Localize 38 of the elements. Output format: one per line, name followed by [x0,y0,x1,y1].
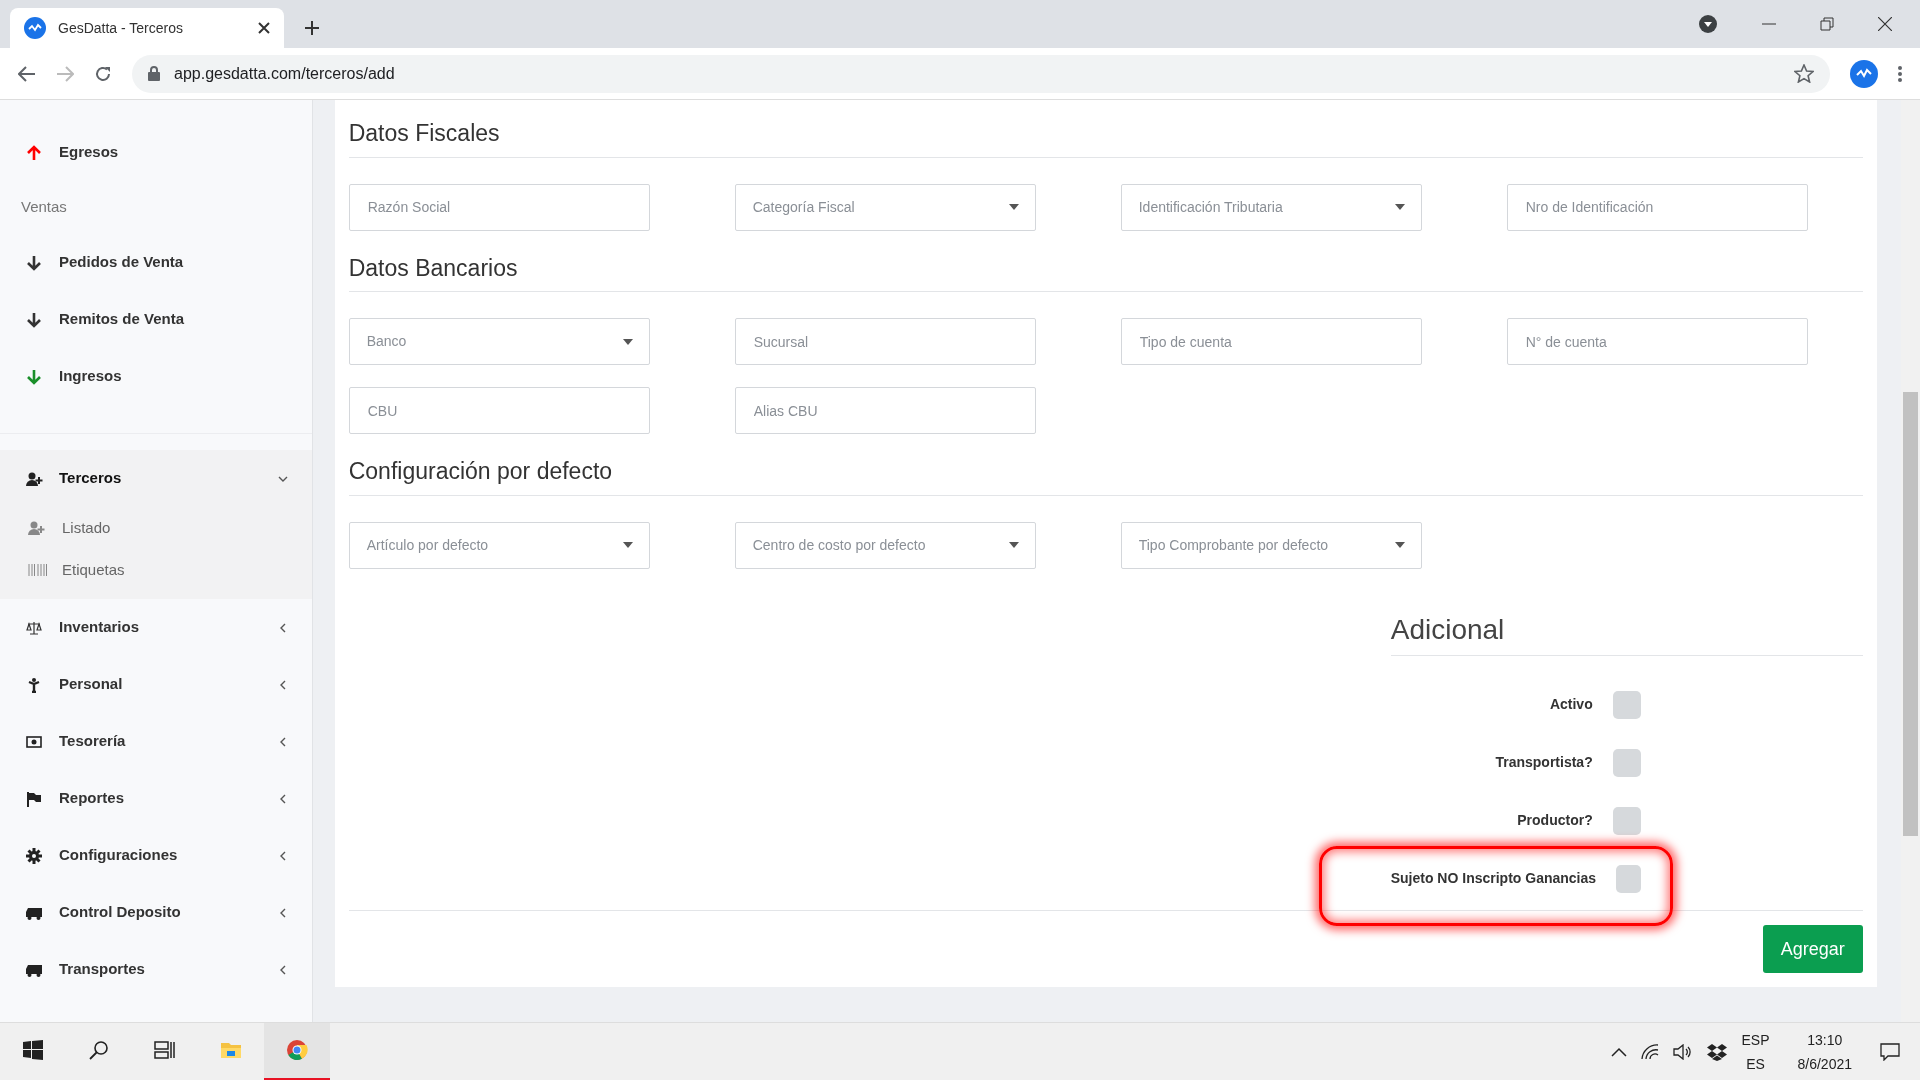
url-text: app.gesdatta.com/terceros/add [174,63,396,84]
input-field[interactable]: Sucursal [734,318,1036,365]
sidebar-item[interactable]: Terceros [0,450,312,507]
sidebar-item[interactable]: Personal [0,656,312,713]
input-field[interactable]: Nro de Identificación [1506,183,1808,231]
address-bar[interactable]: app.gesdatta.com/terceros/add [132,54,1830,93]
tab-title: GesDatta - Terceros [58,18,184,38]
section-label: Ventas [20,197,68,218]
sidebar-item[interactable]: Transportes [0,941,312,998]
clock-date: 8/6/2021 [1797,1054,1852,1074]
input-field[interactable]: Tipo de cuenta [1120,318,1422,365]
input-field[interactable]: Razón Social [348,183,650,231]
sidebar-subitem[interactable]: Etiquetas [0,549,312,591]
sidebar-item[interactable]: Configuraciones [0,827,312,884]
input-field[interactable]: N° de cuenta [1506,318,1808,365]
checkbox-label: Productor? [1517,811,1593,830]
checkbox-label: Transportista? [1495,753,1593,772]
sidebar-subitem[interactable]: Listado [0,507,312,549]
sidebar-item[interactable]: Pedidos de Venta [0,234,312,291]
clock-time: 13:10 [1807,1030,1843,1050]
sidebar-item[interactable]: Tesorería [0,713,312,770]
keyboard-layout-text: ES [1746,1054,1765,1074]
section-heading: Datos Fiscales [348,116,1863,158]
sidebar-item[interactable]: Ingresos [0,348,312,405]
language-text: ESP [1741,1030,1770,1050]
input-field[interactable]: Alias CBU [734,387,1036,434]
sidebar-item[interactable]: Control Deposito [0,884,312,941]
sidebar-item[interactable]: Reportes [0,770,312,827]
section-heading: Datos Bancarios [348,250,1863,292]
checkbox-label: Sujeto NO Inscripto Ganancias [1390,869,1597,888]
input-field[interactable]: CBU [348,387,650,434]
sidebar-item[interactable]: Remitos de Venta [0,291,312,348]
checkbox-label: Activo [1549,695,1593,714]
sidebar-item[interactable]: Egresos [0,124,312,181]
section-heading: Adicional [1390,608,1863,656]
browser-tab[interactable]: GesDatta - Terceros [10,8,284,48]
sidebar-item[interactable]: Inventarios [0,599,312,656]
section-heading: Configuración por defecto [348,454,1863,496]
